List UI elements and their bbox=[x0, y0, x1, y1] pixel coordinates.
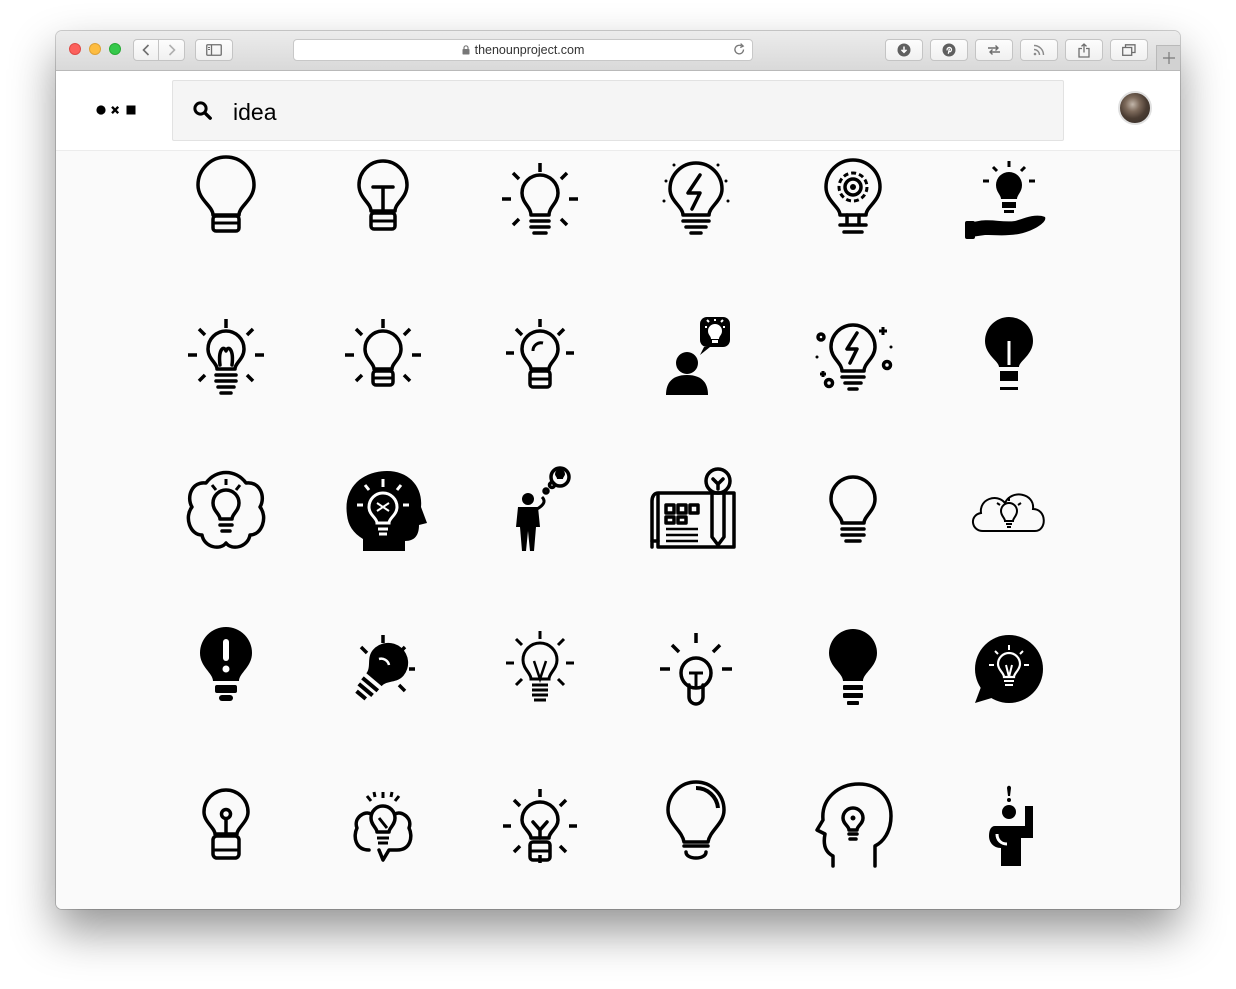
lightbulb-tilted-shining-icon-glyph bbox=[355, 635, 415, 701]
brain-lightbulb-icon[interactable] bbox=[176, 461, 276, 561]
lightbulb-sparkles-icon-glyph bbox=[815, 323, 893, 391]
lightbulb-exclamation-icon-glyph bbox=[200, 627, 252, 701]
lightbulb-filament-icon-glyph bbox=[357, 159, 409, 231]
lightbulb-black-icon[interactable] bbox=[803, 619, 903, 719]
rss-button[interactable] bbox=[1020, 39, 1058, 61]
pinterest-button[interactable] bbox=[930, 39, 968, 61]
cloud-lightbulb-icon[interactable] bbox=[959, 461, 1059, 561]
lightbulb-round-rays-icon[interactable] bbox=[646, 619, 746, 719]
lightbulb-glossy-icon-glyph bbox=[666, 780, 726, 860]
tabs-overview-icon bbox=[1122, 44, 1136, 56]
person-raising-hand-idea-icon[interactable] bbox=[959, 776, 1059, 876]
speech-bubble-lightbulb-icon[interactable] bbox=[959, 619, 1059, 719]
lightbulb-gear-icon-glyph bbox=[824, 158, 882, 234]
downloads-button[interactable] bbox=[885, 39, 923, 61]
speech-bubble-idea-icon[interactable] bbox=[333, 776, 433, 876]
blueprint-pencil-idea-icon[interactable] bbox=[646, 461, 746, 561]
show-tabs-button[interactable] bbox=[1110, 39, 1148, 61]
close-window-button[interactable] bbox=[69, 43, 81, 55]
speech-bubble-idea-icon-glyph bbox=[353, 791, 413, 862]
lightbulb-outline-icon-glyph bbox=[196, 155, 256, 233]
speech-bubble-lightbulb-icon-glyph bbox=[975, 635, 1043, 703]
lightbulb-glow-icon-glyph bbox=[343, 317, 423, 387]
rss-icon bbox=[1033, 44, 1045, 56]
person-thinking-idea-icon[interactable] bbox=[646, 307, 746, 407]
share-button[interactable] bbox=[1065, 39, 1103, 61]
lightbulb-filament-icon[interactable] bbox=[333, 151, 433, 251]
browser-window: thenounproject.com bbox=[56, 31, 1180, 909]
lightbulb-y-rays-icon-glyph bbox=[501, 787, 579, 865]
head-lightbulb-icon-glyph bbox=[346, 471, 427, 551]
lightbulb-key-icon[interactable] bbox=[176, 776, 276, 876]
sidebar-toggle-button[interactable] bbox=[195, 39, 233, 61]
lightbulb-outline-icon[interactable] bbox=[176, 151, 276, 251]
lightbulb-y-rays-icon[interactable] bbox=[490, 776, 590, 876]
download-icon bbox=[897, 43, 911, 57]
pinterest-icon bbox=[942, 43, 956, 57]
new-tab-button[interactable] bbox=[1156, 45, 1180, 70]
head-lightbulb-icon[interactable] bbox=[333, 461, 433, 561]
lightbulb-shining-icon-glyph bbox=[500, 161, 580, 235]
lightbulb-filament-rays-icon[interactable] bbox=[490, 619, 590, 719]
chevron-right-icon bbox=[168, 44, 176, 56]
lightbulb-rays-small-icon[interactable] bbox=[490, 307, 590, 407]
lightbulb-gear-icon[interactable] bbox=[803, 151, 903, 251]
reload-icon[interactable] bbox=[733, 43, 746, 57]
lightbulb-rays-icon[interactable] bbox=[176, 307, 276, 407]
lightbulb-round-rays-icon-glyph bbox=[660, 633, 732, 706]
lightbulb-glossy-icon[interactable] bbox=[646, 776, 746, 876]
history-navigation bbox=[133, 39, 185, 61]
lightbulb-tilted-shining-icon[interactable] bbox=[333, 619, 433, 719]
icon-results-grid bbox=[56, 71, 1180, 909]
extension-button[interactable] bbox=[975, 39, 1013, 61]
share-icon bbox=[1078, 42, 1090, 58]
sidebar-icon bbox=[206, 44, 222, 56]
cloud-lightbulb-icon-glyph bbox=[972, 493, 1045, 532]
lightbulb-lightning-icon[interactable] bbox=[646, 151, 746, 251]
url-text: thenounproject.com bbox=[474, 43, 585, 57]
zoom-window-button[interactable] bbox=[109, 43, 121, 55]
plus-icon bbox=[1162, 52, 1175, 64]
lightbulb-exclamation-icon[interactable] bbox=[176, 619, 276, 719]
forward-button[interactable] bbox=[159, 39, 185, 61]
head-profile-lightbulb-icon[interactable] bbox=[803, 776, 903, 876]
address-bar[interactable]: thenounproject.com bbox=[293, 39, 753, 61]
chevron-left-icon bbox=[142, 44, 150, 56]
lightbulb-thin-icon-glyph bbox=[829, 475, 877, 543]
person-raising-hand-idea-icon-glyph bbox=[989, 785, 1033, 866]
person-thinking-idea-icon-glyph bbox=[666, 317, 730, 395]
minimize-window-button[interactable] bbox=[89, 43, 101, 55]
lightbulb-key-icon-glyph bbox=[202, 788, 250, 860]
lightbulb-thin-icon[interactable] bbox=[803, 461, 903, 561]
businessman-idea-icon[interactable] bbox=[490, 461, 590, 561]
businessman-idea-icon-glyph bbox=[516, 466, 571, 551]
brain-lightbulb-icon-glyph bbox=[186, 470, 266, 549]
back-button[interactable] bbox=[133, 39, 159, 61]
lightbulb-glow-icon[interactable] bbox=[333, 307, 433, 407]
blueprint-pencil-idea-icon-glyph bbox=[650, 467, 736, 549]
web-page bbox=[56, 71, 1180, 909]
lightbulb-lightning-icon-glyph bbox=[662, 161, 730, 235]
lightbulb-rays-icon-glyph bbox=[186, 317, 266, 395]
lightbulb-black-icon-glyph bbox=[829, 629, 877, 705]
head-profile-lightbulb-icon-glyph bbox=[815, 782, 893, 868]
hand-holding-lightbulb-icon[interactable] bbox=[959, 151, 1059, 251]
browser-toolbar: thenounproject.com bbox=[56, 31, 1180, 71]
lightbulb-solid-icon[interactable] bbox=[959, 307, 1059, 407]
lightbulb-shining-icon[interactable] bbox=[490, 151, 590, 251]
lightbulb-rays-small-icon-glyph bbox=[506, 319, 574, 389]
lock-icon bbox=[462, 45, 470, 55]
lightbulb-filament-rays-icon-glyph bbox=[506, 631, 574, 702]
hand-holding-lightbulb-icon-glyph bbox=[965, 161, 1046, 239]
lightbulb-solid-icon-glyph bbox=[985, 317, 1033, 390]
lightbulb-sparkles-icon[interactable] bbox=[803, 307, 903, 407]
arrows-swap-icon bbox=[988, 45, 1000, 55]
